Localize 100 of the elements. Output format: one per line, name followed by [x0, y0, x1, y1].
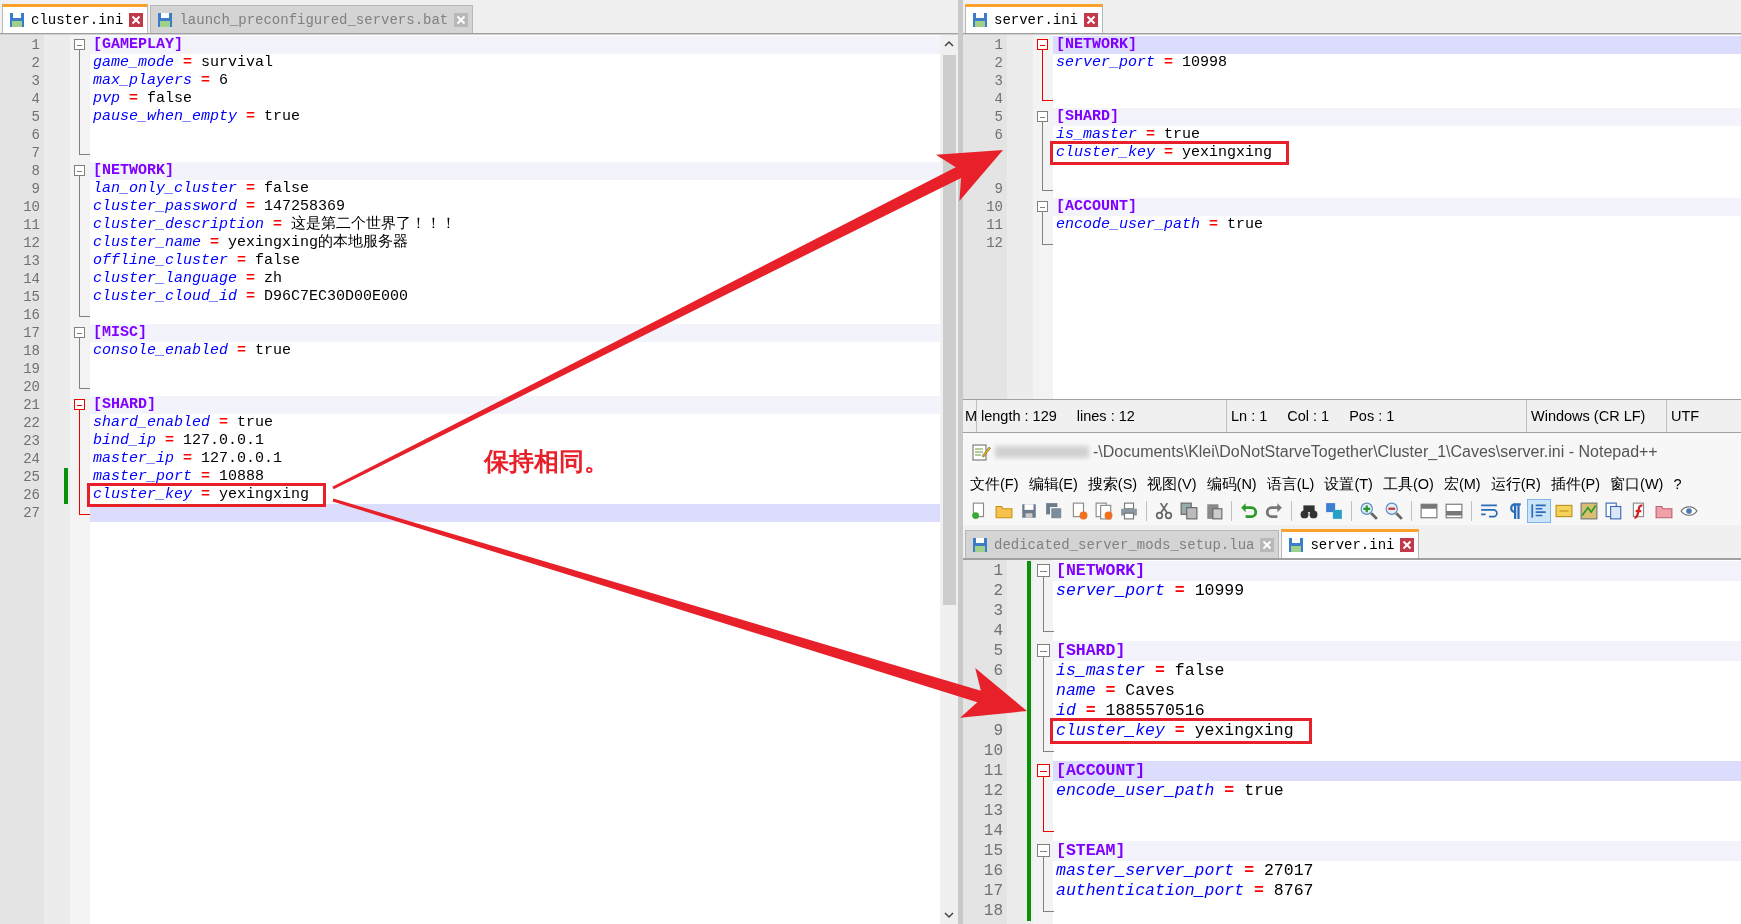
- window-title: -\Documents\Klei\DoNotStarveTogether\Cluster_1\Caves\server.ini - Notepad++: [1093, 443, 1658, 461]
- scroll-up-icon[interactable]: [944, 39, 954, 49]
- annotation-text: 保持相同。: [484, 446, 609, 478]
- map-icon: [1580, 502, 1598, 520]
- line-number: 15: [23, 289, 40, 305]
- line-number: 7: [31, 145, 40, 161]
- close-icon[interactable]: [129, 13, 144, 27]
- code-line: server_port = 10998: [1056, 54, 1228, 71]
- line-number: 4: [31, 91, 40, 107]
- replace-icon: [1325, 502, 1343, 520]
- menu-item[interactable]: 搜索(S): [1084, 474, 1141, 494]
- status-text: length : 129: [981, 408, 1057, 424]
- code-line: [GAMEPLAY]: [93, 36, 183, 53]
- line-number: 1: [993, 562, 1003, 580]
- close-all-icon: [1095, 502, 1113, 520]
- fold-toggle[interactable]: [1037, 111, 1048, 122]
- save-icon: [1020, 502, 1038, 520]
- fold-toggle[interactable]: [1037, 764, 1050, 777]
- fold-toggle[interactable]: [74, 165, 85, 176]
- menu-item[interactable]: 宏(M): [1440, 474, 1484, 494]
- line-number: 5: [993, 642, 1003, 660]
- code-editor[interactable]: [963, 560, 1741, 924]
- printer-icon: [1120, 502, 1138, 520]
- close-icon[interactable]: [1400, 538, 1415, 552]
- code-line: cluster_description = 这是第二个世界了！！！: [93, 216, 457, 233]
- code-line: [ACCOUNT]: [1056, 761, 1146, 780]
- status-text: UTF: [1671, 408, 1700, 424]
- code-line: cluster_key = yexingxing: [1056, 721, 1294, 740]
- code-editor[interactable]: 1 [NETWORK] 2 server_port = 10998 3 4 5 [SHARD] 6 is_master = true cluster_key = yexingxing 9 10 [ACCOUNT] 11 encode_user_path = true 12: [963, 35, 1741, 399]
- status-text: Col : 1: [1287, 408, 1330, 424]
- status-text: Windows (CR LF): [1531, 408, 1646, 424]
- scrollbar[interactable]: [940, 35, 958, 924]
- documents-icon: [1605, 502, 1623, 520]
- code-line: pause_when_empty = true: [93, 108, 301, 125]
- code-line: [SHARD]: [1056, 641, 1126, 660]
- menu-item[interactable]: 视图(V): [1144, 474, 1200, 494]
- line-number: 6: [993, 662, 1003, 680]
- status-text: Ln : 1: [1231, 408, 1268, 424]
- line-number: 11: [983, 762, 1003, 780]
- fold-toggle[interactable]: [74, 399, 85, 410]
- zoom-in-icon: [1360, 502, 1378, 520]
- line-number: 15: [983, 842, 1003, 860]
- code-line: bind_ip = 127.0.0.1: [93, 432, 265, 449]
- notepad-icon: [971, 442, 991, 462]
- code-line: cluster_key = yexingxing: [1056, 144, 1273, 161]
- code-line: encode_user_path = true: [1056, 781, 1284, 800]
- close-icon[interactable]: [1084, 13, 1098, 27]
- file-tab[interactable]: cluster.ini: [2, 4, 149, 33]
- line-number: 9: [31, 181, 40, 197]
- fold-toggle[interactable]: [74, 327, 85, 338]
- code-line: max_players = 6: [93, 72, 229, 89]
- line-number: 19: [23, 361, 40, 377]
- fold-toggle[interactable]: [74, 39, 85, 50]
- code-line: master_port = 10888: [93, 468, 265, 485]
- line-number: 6: [994, 127, 1003, 143]
- code-line: [STEAM]: [1056, 841, 1126, 860]
- code-line: [MISC]: [93, 324, 147, 341]
- menu-item[interactable]: 运行(R): [1487, 474, 1544, 494]
- code-line: authentication_port = 8767: [1056, 881, 1314, 900]
- line-number: 8: [31, 163, 40, 179]
- fold-toggle[interactable]: [1037, 39, 1048, 50]
- line-number: 12: [23, 235, 40, 251]
- close-file-icon: [1070, 502, 1088, 520]
- code-line: master_server_port = 27017: [1056, 861, 1314, 880]
- line-number: 10: [983, 742, 1003, 760]
- line-number: 10: [986, 199, 1003, 215]
- fold-toggle[interactable]: [1037, 564, 1050, 577]
- status-text: lines : 12: [1076, 408, 1135, 424]
- undo-arrow-icon: [1240, 502, 1258, 520]
- menu-item[interactable]: 文件(F): [967, 474, 1022, 494]
- menu-item[interactable]: 设置(T): [1321, 474, 1376, 494]
- menu-item[interactable]: ?: [1670, 476, 1685, 492]
- binoculars-icon: [1300, 502, 1318, 520]
- file-tab[interactable]: server.ini: [1281, 529, 1420, 558]
- menu-item[interactable]: 窗口(W): [1607, 474, 1667, 494]
- code-line: [NETWORK]: [1056, 561, 1146, 580]
- scroll-thumb[interactable]: [942, 55, 956, 605]
- fold-toggle[interactable]: [1037, 201, 1048, 212]
- menu-item[interactable]: 工具(O): [1379, 474, 1437, 494]
- menu-item[interactable]: 插件(P): [1547, 474, 1604, 494]
- menu-item[interactable]: 编辑(E): [1025, 474, 1081, 494]
- line-number: 3: [31, 73, 40, 89]
- line-number: 13: [983, 802, 1003, 820]
- code-line: is_master = true: [1056, 126, 1201, 143]
- code-editor[interactable]: [0, 35, 940, 924]
- line-number: 17: [983, 882, 1003, 900]
- fold-toggle[interactable]: [1037, 644, 1050, 657]
- line-number: 1: [31, 37, 40, 53]
- word-wrap-icon: [1480, 502, 1498, 520]
- redo-arrow-icon: [1265, 502, 1283, 520]
- menu-item[interactable]: 编码(N): [1203, 474, 1260, 494]
- scroll-down-icon[interactable]: [944, 910, 954, 920]
- line-number: 17: [23, 325, 40, 341]
- menu-item[interactable]: 语言(L): [1263, 474, 1318, 494]
- fold-toggle[interactable]: [1037, 844, 1050, 857]
- line-number: 6: [31, 127, 40, 143]
- line-number: 24: [23, 451, 40, 467]
- code-line: pvp = false: [93, 90, 193, 107]
- code-line: [SHARD]: [93, 396, 156, 413]
- file-tab[interactable]: server.ini: [965, 4, 1103, 33]
